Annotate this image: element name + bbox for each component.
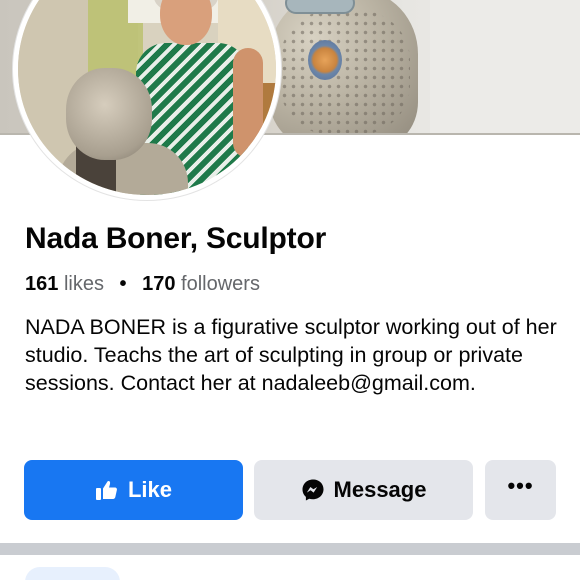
avatar-bust-head: [66, 68, 152, 160]
cover-sculpture-collar: [285, 0, 355, 14]
section-divider: [0, 543, 580, 555]
avatar-person-arm: [233, 48, 263, 158]
page-profile: Nada Boner, Sculptor 161 likes • 170 fol…: [0, 0, 580, 580]
likes-count: 161: [25, 273, 59, 295]
followers-count: 170: [142, 273, 176, 295]
stats-separator: •: [119, 273, 127, 295]
followers-label[interactable]: followers: [181, 273, 260, 295]
next-section-chip[interactable]: [25, 567, 120, 580]
more-options-button[interactable]: •••: [485, 460, 556, 520]
page-stats: 161 likes • 170 followers: [25, 273, 260, 296]
like-button[interactable]: Like: [24, 460, 243, 520]
like-button-label: Like: [127, 477, 173, 502]
cover-sculpture-texture: [280, 10, 410, 135]
more-options-icon: •••: [507, 473, 534, 498]
message-button-label: Message: [333, 477, 427, 502]
page-bio: NADA BONER is a figurative sculptor work…: [25, 315, 557, 395]
messenger-icon: [301, 478, 325, 502]
thumbs-up-icon: [95, 478, 119, 502]
profile-picture[interactable]: [13, 0, 281, 200]
likes-label[interactable]: likes: [64, 273, 104, 295]
avatar-person-face: [160, 0, 212, 45]
cover-sculpture-button: [308, 40, 342, 80]
page-title: Nada Boner, Sculptor: [25, 222, 327, 255]
cover-wall: [430, 0, 580, 135]
message-button[interactable]: Message: [254, 460, 473, 520]
